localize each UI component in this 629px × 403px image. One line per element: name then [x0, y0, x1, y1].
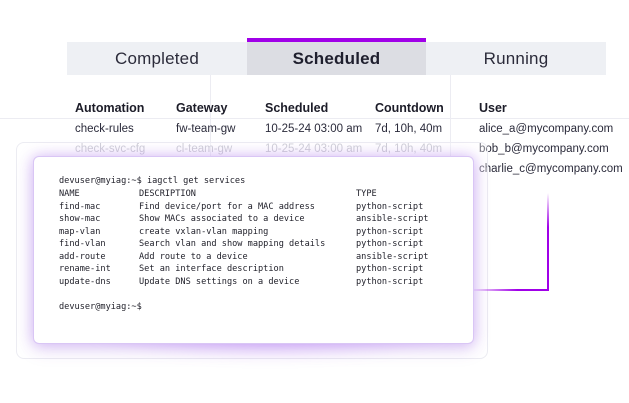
gateway-cell: fw-team-gw	[176, 123, 236, 135]
service-description: Set an interface description	[139, 264, 284, 274]
service-row: find-mac Find device/port for a MAC addr…	[59, 201, 459, 213]
terminal-prompt[interactable]: devuser@myiag:~$	[59, 303, 142, 312]
service-name: update-dns	[59, 276, 111, 287]
service-row: rename-int Set an interface description …	[59, 265, 459, 275]
user-cell: bob_b@mycompany.com	[479, 143, 609, 155]
service-description: Add route to a device	[139, 251, 248, 262]
service-type: ansible-script	[356, 251, 429, 262]
service-name: find-mac	[59, 201, 101, 212]
service-type: ansible-script	[356, 214, 429, 224]
column-header-gateway: Gateway	[176, 101, 228, 115]
tab-completed[interactable]: Completed	[67, 42, 247, 75]
terminal-window[interactable]: devuser@myiag:~$ iagctl get services NAM…	[33, 156, 474, 344]
service-type: python-script	[356, 201, 424, 212]
service-description: Show MACs associated to a device	[139, 214, 305, 224]
grid-line	[0, 118, 629, 119]
service-description: Find device/port for a MAC address	[139, 201, 315, 212]
service-row: map-vlan create vxlan-vlan mapping pytho…	[59, 226, 459, 238]
accent-line	[470, 289, 549, 291]
service-type: python-script	[356, 264, 424, 274]
automation-cell: check-rules	[75, 123, 134, 135]
tab-running[interactable]: Running	[426, 42, 606, 75]
tab-scheduled[interactable]: Scheduled	[247, 38, 426, 75]
user-cell: alice_a@mycompany.com	[479, 123, 614, 135]
terminal-header-row: NAME DESCRIPTION TYPE	[59, 190, 459, 200]
table-row[interactable]: check-rules fw-team-gw 10-25-24 03:00 am…	[75, 123, 620, 137]
service-name: show-mac	[59, 214, 101, 224]
service-row: update-dns Update DNS settings on a devi…	[59, 276, 459, 288]
user-cell: charlie_c@mycompany.com	[479, 163, 623, 175]
tab-bar: Completed Scheduled Running	[67, 38, 606, 75]
countdown-cell: 7d, 10h, 40m	[375, 123, 443, 135]
column-header-countdown: Countdown	[375, 101, 444, 115]
service-description: create vxlan-vlan mapping	[139, 226, 269, 237]
service-type: python-script	[356, 239, 424, 249]
service-name: find-vlan	[59, 239, 106, 249]
service-name: rename-int	[59, 264, 111, 274]
service-row: show-mac Show MACs associated to a devic…	[59, 215, 459, 225]
column-header-user: User	[479, 101, 507, 115]
service-type: python-script	[356, 226, 424, 237]
terminal-command-line: devuser@myiag:~$ iagctl get services	[59, 176, 246, 186]
service-row: add-route Add route to a device ansible-…	[59, 251, 459, 263]
header-type: TYPE	[356, 189, 377, 199]
service-name: add-route	[59, 251, 106, 262]
column-header-automation: Automation	[75, 101, 145, 115]
service-description: Update DNS settings on a device	[139, 276, 300, 287]
service-name: map-vlan	[59, 226, 101, 237]
scheduled-cell: 10-25-24 03:00 am	[265, 123, 363, 135]
column-header-scheduled: Scheduled	[265, 101, 329, 115]
service-row: find-vlan Search vlan and show mapping d…	[59, 240, 459, 250]
header-name: NAME	[59, 189, 80, 199]
service-type: python-script	[356, 276, 424, 287]
header-description: DESCRIPTION	[139, 189, 196, 199]
service-description: Search vlan and show mapping details	[139, 239, 326, 249]
accent-line	[547, 193, 549, 291]
